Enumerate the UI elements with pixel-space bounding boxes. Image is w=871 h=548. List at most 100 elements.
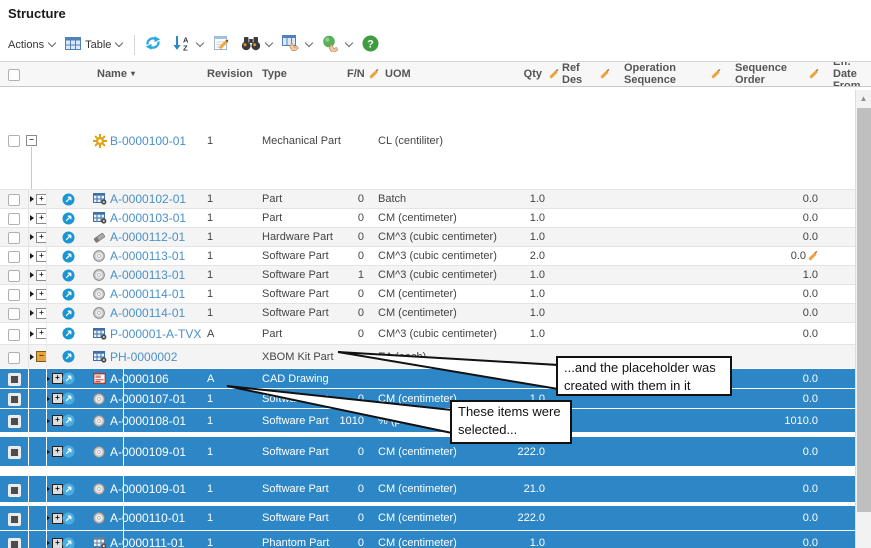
edit-column-icon[interactable] bbox=[711, 70, 719, 78]
column-header-revision[interactable]: Revision bbox=[207, 62, 253, 86]
expand-toggle-icon[interactable]: + bbox=[46, 476, 63, 502]
expand-toggle-icon[interactable]: + bbox=[30, 228, 47, 246]
edit-column-icon[interactable] bbox=[369, 70, 377, 78]
table-row[interactable]: + A-0000110-01 1 Software Part 0 CM (cen… bbox=[0, 506, 855, 530]
row-checkbox[interactable] bbox=[8, 373, 21, 386]
row-checkbox[interactable] bbox=[8, 329, 20, 341]
navigate-icon[interactable] bbox=[62, 304, 75, 322]
expand-toggle-icon[interactable]: + bbox=[30, 323, 47, 344]
item-link[interactable]: A-0000114-01 bbox=[110, 285, 185, 303]
expand-toggle-icon[interactable]: + bbox=[30, 190, 47, 208]
expand-toggle-icon[interactable]: + bbox=[46, 437, 63, 466]
edit-column-icon[interactable] bbox=[809, 70, 817, 78]
item-link[interactable]: A-0000112-01 bbox=[110, 228, 185, 246]
table-row[interactable]: + A-0000102-01 1 Part 0 Batch 1.0 0.0 bbox=[0, 189, 855, 208]
row-checkbox[interactable] bbox=[8, 393, 21, 406]
row-checkbox[interactable] bbox=[8, 232, 20, 244]
row-checkbox[interactable] bbox=[8, 213, 20, 225]
navigate-icon[interactable] bbox=[62, 228, 75, 246]
expand-toggle-icon[interactable]: + bbox=[30, 285, 47, 303]
expand-toggle-icon[interactable]: + bbox=[46, 506, 63, 530]
column-header-qty[interactable]: Qty bbox=[500, 62, 542, 86]
edit-button[interactable] bbox=[213, 35, 231, 54]
row-checkbox[interactable] bbox=[8, 446, 21, 459]
column-header-name[interactable]: Name ▾ bbox=[97, 62, 135, 86]
navigate-icon[interactable] bbox=[62, 345, 75, 368]
item-link[interactable]: A-0000107-01 bbox=[110, 389, 186, 408]
navigate-icon[interactable] bbox=[62, 476, 75, 502]
row-checkbox[interactable] bbox=[8, 289, 20, 301]
table-row[interactable]: + A-0000109-01 1 Software Part 0 CM (cen… bbox=[0, 476, 855, 502]
table-row[interactable]: + A-0000109-01 1 Software Part 0 CM (cen… bbox=[0, 437, 855, 466]
item-link[interactable]: P-000001-A-TVX bbox=[110, 323, 201, 344]
column-header-type[interactable]: Type bbox=[262, 62, 287, 86]
expand-toggle-icon[interactable]: + bbox=[46, 369, 63, 388]
table-row[interactable]: + A-0000103-01 1 Part 0 CM (centimeter) … bbox=[0, 208, 855, 227]
expand-toggle-icon[interactable]: + bbox=[46, 409, 63, 432]
navigate-icon[interactable] bbox=[62, 409, 75, 432]
expand-toggle-icon[interactable]: + bbox=[30, 266, 47, 284]
row-checkbox[interactable] bbox=[8, 270, 20, 282]
item-link[interactable]: A-0000108-01 bbox=[110, 409, 186, 432]
navigate-icon[interactable] bbox=[62, 506, 75, 530]
table-row[interactable]: + P-000001-A-TVX A Part 0 CM^3 (cubic ce… bbox=[0, 322, 855, 344]
sort-button[interactable]: AZ bbox=[172, 35, 203, 54]
scroll-up-arrow-icon[interactable]: ▲ bbox=[856, 90, 871, 106]
navigate-icon[interactable] bbox=[62, 209, 75, 227]
navigate-icon[interactable] bbox=[62, 266, 75, 284]
row-checkbox[interactable] bbox=[8, 415, 21, 428]
item-link[interactable]: A-0000114-01 bbox=[110, 304, 185, 322]
item-link[interactable]: A-0000113-01 bbox=[110, 247, 185, 265]
item-link[interactable]: A-0000110-01 bbox=[110, 506, 185, 530]
table-row[interactable]: − B-0000100-01 1 Mechanical Part CL (cen… bbox=[0, 131, 855, 150]
expand-toggle-icon[interactable]: + bbox=[46, 531, 63, 548]
item-link[interactable]: A-0000111-01 bbox=[110, 531, 184, 548]
row-checkbox[interactable] bbox=[8, 352, 20, 364]
table-row[interactable]: + A-0000112-01 1 Hardware Part 0 CM^3 (c… bbox=[0, 227, 855, 246]
table-row[interactable]: + A-0000111-01 1 Phantom Part 0 CM (cent… bbox=[0, 531, 855, 548]
vertical-scrollbar[interactable]: ▲ bbox=[855, 90, 871, 548]
assign-button[interactable] bbox=[322, 35, 352, 55]
column-header-uom[interactable]: UOM bbox=[385, 62, 411, 86]
navigate-icon[interactable] bbox=[62, 190, 75, 208]
row-checkbox[interactable] bbox=[8, 194, 20, 206]
navigate-icon[interactable] bbox=[62, 389, 75, 408]
scrollbar-thumb[interactable] bbox=[857, 108, 871, 512]
item-link[interactable]: B-0000100-01 bbox=[110, 131, 186, 150]
column-header-eff-date-from[interactable]: Eff. Date From bbox=[833, 62, 871, 86]
select-all-checkbox[interactable] bbox=[8, 69, 20, 81]
navigate-icon[interactable] bbox=[62, 323, 75, 344]
table-row[interactable]: + A-0000114-01 1 Software Part 0 CM (cen… bbox=[0, 303, 855, 322]
table-row[interactable]: + A-0000108-01 1 Software Part 1010 % (p… bbox=[0, 409, 855, 432]
table-view-button[interactable]: Table bbox=[65, 37, 122, 53]
expand-toggle-icon[interactable]: − bbox=[30, 345, 47, 368]
expand-toggle-icon[interactable]: + bbox=[30, 247, 47, 265]
navigate-icon[interactable] bbox=[62, 247, 75, 265]
column-header-fn[interactable]: F/N bbox=[347, 62, 365, 86]
item-link[interactable]: A-0000109-01 bbox=[110, 476, 186, 502]
row-checkbox[interactable] bbox=[8, 251, 20, 263]
help-button[interactable]: ? bbox=[362, 35, 379, 55]
row-checkbox[interactable] bbox=[8, 538, 21, 548]
table-row[interactable]: + A-0000114-01 1 Software Part 0 CM (cen… bbox=[0, 284, 855, 303]
item-link[interactable]: A-0000113-01 bbox=[110, 266, 185, 284]
edit-column-icon[interactable] bbox=[600, 70, 608, 78]
expand-toggle-icon[interactable]: + bbox=[30, 304, 47, 322]
column-header-sequence-order[interactable]: Sequence Order bbox=[735, 62, 803, 86]
table-row[interactable]: + A-0000113-01 1 Software Part 0 CM^3 (c… bbox=[0, 246, 855, 265]
navigate-icon[interactable] bbox=[62, 285, 75, 303]
actions-menu-button[interactable]: Actions bbox=[8, 39, 55, 51]
expand-toggle-icon[interactable]: − bbox=[26, 131, 37, 150]
item-link[interactable]: A-0000109-01 bbox=[110, 437, 186, 466]
find-button[interactable] bbox=[241, 36, 272, 54]
expand-toggle-icon[interactable]: + bbox=[46, 389, 63, 408]
item-link[interactable]: A-0000102-01 bbox=[110, 190, 186, 208]
item-link[interactable]: PH-0000002 bbox=[110, 345, 177, 368]
column-header-operation-sequence[interactable]: Operation Sequence bbox=[624, 62, 696, 86]
table-select-button[interactable] bbox=[282, 35, 312, 55]
navigate-icon[interactable] bbox=[62, 369, 75, 388]
row-checkbox[interactable] bbox=[8, 484, 21, 497]
refresh-button[interactable] bbox=[144, 35, 162, 54]
row-checkbox[interactable] bbox=[8, 308, 20, 320]
row-checkbox[interactable] bbox=[8, 513, 21, 526]
